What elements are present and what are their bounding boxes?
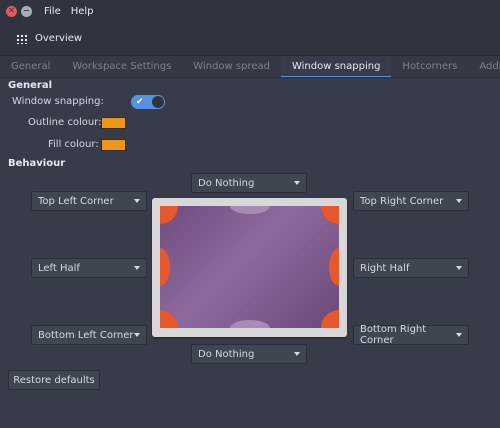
right-hotspot	[329, 248, 339, 286]
fill-colour-button[interactable]	[101, 139, 126, 151]
grid-icon	[16, 33, 28, 44]
chevron-down-icon	[456, 333, 462, 337]
window-snapping-label: Window snapping:	[12, 96, 104, 107]
restore-defaults-button[interactable]: Restore defaults	[8, 370, 100, 390]
tab-general[interactable]: General	[0, 56, 61, 77]
outline-colour-button[interactable]	[101, 117, 126, 129]
bottom-right-dropdown[interactable]: Bottom Right Corner	[353, 324, 469, 346]
left-edge-dropdown[interactable]: Left Half	[31, 258, 147, 278]
bottom-right-value: Bottom Right Corner	[360, 324, 427, 346]
top-right-dropdown[interactable]: Top Right Corner	[353, 191, 469, 211]
chevron-down-icon	[134, 199, 140, 203]
top-edge-value: Do Nothing	[198, 177, 255, 189]
bottom-left-dropdown[interactable]: Bottom Left Corner	[31, 325, 147, 345]
menu-help[interactable]: Help	[71, 6, 94, 17]
title-bar: ✕ − File Help	[0, 0, 500, 22]
menu-file[interactable]: File	[44, 6, 61, 17]
bottom-edge-value: Do Nothing	[198, 348, 255, 360]
top-left-hotspot	[160, 206, 178, 224]
tab-workspace-settings[interactable]: Workspace Settings	[61, 56, 182, 77]
bottom-right-hotspot	[321, 310, 339, 328]
close-window-icon[interactable]: ✕	[6, 5, 17, 17]
monitor-preview	[152, 198, 347, 337]
top-hotspot	[230, 206, 270, 214]
overview-label: Overview	[35, 33, 83, 44]
tab-additional[interactable]: Additional	[468, 56, 500, 77]
switch-knob	[152, 96, 164, 108]
top-left-value: Top Left Corner	[38, 195, 114, 207]
overview-button[interactable]: Overview	[16, 33, 82, 44]
check-icon: ✔	[136, 97, 144, 107]
bottom-edge-dropdown[interactable]: Do Nothing	[191, 344, 307, 364]
chevron-down-icon	[294, 352, 300, 356]
behaviour-heading: Behaviour	[8, 158, 66, 169]
bottom-left-value: Bottom Left Corner	[38, 329, 134, 341]
top-right-value: Top Right Corner	[360, 195, 444, 207]
chevron-down-icon	[134, 333, 140, 337]
left-edge-value: Left Half	[38, 262, 80, 274]
right-edge-dropdown[interactable]: Right Half	[353, 258, 469, 278]
bottom-hotspot	[230, 320, 270, 328]
chevron-down-icon	[456, 199, 462, 203]
top-right-hotspot	[321, 206, 339, 224]
minimize-window-icon[interactable]: −	[21, 5, 32, 17]
top-edge-dropdown[interactable]: Do Nothing	[191, 173, 307, 193]
outline-colour-label: Outline colour:	[28, 117, 102, 128]
tab-hotcorners[interactable]: Hotcorners	[391, 56, 468, 77]
fill-colour-label: Fill colour:	[48, 139, 99, 150]
chevron-down-icon	[134, 266, 140, 270]
window-snapping-switch[interactable]: ✔	[131, 95, 165, 109]
tab-window-snapping[interactable]: Window snapping	[280, 56, 392, 77]
bottom-left-hotspot	[160, 310, 178, 328]
general-heading: General	[8, 80, 52, 91]
menu-bar: File Help	[44, 6, 104, 17]
tab-window-spread[interactable]: Window spread	[182, 56, 281, 77]
chevron-down-icon	[294, 181, 300, 185]
right-edge-value: Right Half	[360, 262, 410, 274]
toolbar: Overview	[0, 22, 500, 56]
tab-bar: General Workspace Settings Window spread…	[0, 56, 500, 78]
chevron-down-icon	[456, 266, 462, 270]
top-left-dropdown[interactable]: Top Left Corner	[31, 191, 147, 211]
left-hotspot	[160, 248, 170, 286]
screen-preview	[160, 206, 339, 328]
